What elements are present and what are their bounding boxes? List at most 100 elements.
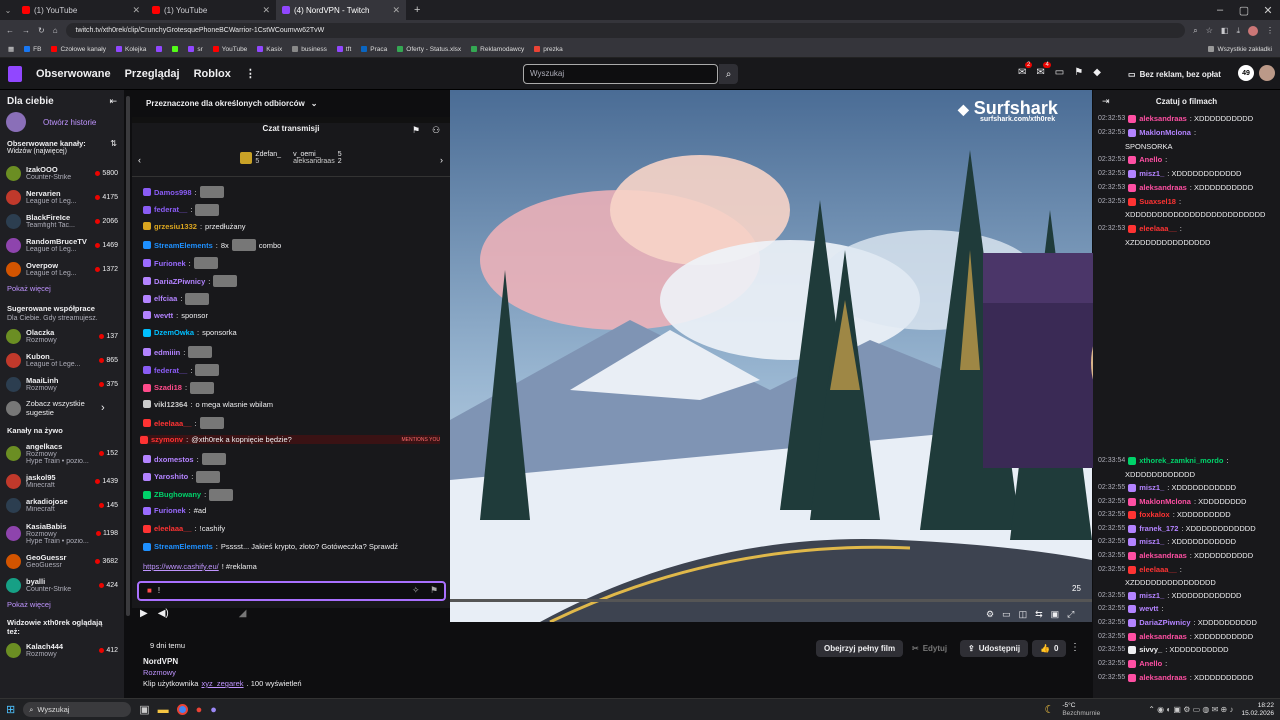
chat-username[interactable]: Yaroshito — [154, 472, 188, 481]
minimize-icon[interactable]: – — [1208, 4, 1232, 16]
chat-username[interactable]: wevtt — [154, 311, 173, 320]
apps-icon[interactable]: ▦ — [8, 45, 14, 53]
bookmark[interactable]: Kolejka — [116, 46, 146, 53]
sidebar-channel[interactable]: angelkacs Rozmowy Hype Train • pozio... 152 — [0, 437, 124, 469]
chat-username[interactable]: DariaZPiwnicy — [154, 277, 205, 286]
clock[interactable]: 18:22 15.02.2026 — [1241, 702, 1274, 718]
avatar[interactable] — [1259, 65, 1275, 81]
sidebar-channel[interactable]: Nervarien League of Leg... 4175 — [0, 185, 124, 209]
edit-button[interactable]: ✂ Edytuj — [904, 640, 955, 657]
sidebar-channel[interactable]: GeoGuessr GeoGuessr 3682 — [0, 549, 124, 573]
chat-username[interactable]: franek_172 — [1139, 524, 1178, 533]
show-more-link[interactable]: Pokaż więcej — [0, 281, 124, 296]
chat-link[interactable]: https://www.cashify.eu/! #reklama — [143, 562, 257, 571]
chat-username[interactable]: StreamElements — [154, 241, 213, 250]
emote-picker-icon[interactable]: ✧ — [412, 585, 420, 596]
tray-icons[interactable]: ⌃ ◉ ◐ ▣ ⚙ ▭ ◍ ✉ ⊕ ♪ — [1148, 705, 1233, 714]
chat-username[interactable]: federat__ — [154, 366, 187, 375]
sidebar-toggle-icon[interactable]: ◫ — [1019, 609, 1028, 620]
taskbar-search[interactable]: ⌕ Wyszukaj — [23, 702, 132, 717]
chat-username[interactable]: misz1_ — [1139, 537, 1164, 546]
chat-username[interactable]: grzesiu1332 — [154, 222, 197, 231]
window-close-icon[interactable]: ✕ — [1256, 4, 1280, 17]
prime-icon[interactable]: ⚑ — [412, 125, 420, 136]
chat-username[interactable]: DzemOwka — [154, 328, 194, 337]
sidebar-channel[interactable]: IzakOOO Counter-Strike 5800 — [0, 161, 124, 185]
bookmark[interactable]: Oferty - Status.xlsx — [397, 46, 461, 53]
bookmark[interactable]: Praca — [361, 46, 387, 53]
sidebar-channel[interactable]: Kubon_ League of Lege... 865 — [0, 348, 124, 372]
whispers-icon[interactable]: ▭ — [1055, 67, 1064, 78]
sidebar-channel[interactable]: arkadiojose Minecraft 145 — [0, 493, 124, 517]
close-icon[interactable]: ✕ — [262, 5, 270, 16]
reload-icon[interactable]: ↻ — [38, 26, 45, 35]
bookmark[interactable]: business — [292, 46, 327, 53]
tab-menu-icon[interactable]: ⌄ — [0, 6, 16, 15]
chat-username[interactable]: dxomestos — [154, 455, 194, 464]
notifications-icon[interactable]: ✉ 4 — [1036, 62, 1051, 78]
chat-username[interactable]: MaklonMclona — [1139, 128, 1191, 137]
all-bookmarks[interactable]: Wszystkie zakładki — [1208, 46, 1272, 53]
home-icon[interactable]: ⌂ — [53, 26, 58, 35]
adfree-button[interactable]: ▭ Bez reklam, bez opłat — [1128, 66, 1221, 82]
chat-username[interactable]: aleksandraas — [1139, 673, 1187, 682]
weather[interactable]: -5°C Bezchmurnie — [1062, 702, 1100, 718]
collapse-icon[interactable]: ⇤ — [109, 96, 117, 107]
maximize-icon[interactable]: ▢ — [1232, 4, 1256, 17]
clip-icon[interactable]: ◢ — [239, 608, 247, 619]
more-icon[interactable]: ⋮ — [1070, 642, 1080, 653]
nav-following[interactable]: Obserwowane — [36, 68, 111, 80]
extensions-icon[interactable]: ◧ — [1221, 26, 1229, 35]
chat-username[interactable]: aleksandraas — [1139, 183, 1187, 192]
chat-username[interactable]: misz1_ — [1139, 483, 1164, 492]
profile-icon[interactable] — [1248, 25, 1258, 36]
see-all-suggestions[interactable]: Zobacz wszystkie sugestie › — [0, 396, 124, 420]
chat-username[interactable]: ZBughowany — [154, 490, 201, 499]
chat-username[interactable]: wevtt — [1139, 604, 1158, 613]
close-icon[interactable]: ✕ — [392, 5, 400, 16]
bookmark[interactable] — [156, 46, 163, 52]
bookmark[interactable]: tft — [336, 46, 351, 53]
chat-username[interactable]: DariaZPiwnicy — [1139, 618, 1190, 627]
chat-username[interactable]: Furionek — [154, 259, 186, 268]
chat-username[interactable]: aleksandraas — [1139, 551, 1187, 560]
settings-icon[interactable]: ⚙ — [986, 609, 994, 620]
chat-username[interactable]: xthorek_zamkni_mordo — [1139, 456, 1223, 465]
sidebar-channel[interactable]: Olaczka Rozmowy 137 — [0, 324, 124, 348]
sort-icon[interactable]: ⇅ — [110, 139, 117, 148]
windows-start-icon[interactable]: ⊞ — [6, 703, 15, 716]
app-icon[interactable]: ● — [210, 704, 217, 716]
sidebar-channel[interactable]: RandomBruceTV League of Leg... 1469 — [0, 233, 124, 257]
sidebar-channel[interactable]: MaaiLinh Rozmowy 375 — [0, 372, 124, 396]
nav-roblox[interactable]: Roblox — [194, 68, 231, 80]
users-icon[interactable]: ⚇ — [432, 125, 440, 136]
sidebar-scrollbar[interactable] — [126, 96, 130, 616]
browser-tab-active[interactable]: (4) NordVPN - Twitch ✕ — [276, 0, 406, 20]
watch-full-button[interactable]: Obejrzyj pełny film — [816, 640, 904, 657]
fullscreen-icon[interactable]: ⤢ — [1067, 609, 1074, 620]
search-input[interactable]: Wyszukaj — [523, 64, 718, 84]
close-icon[interactable]: ✕ — [132, 5, 140, 16]
volume-icon[interactable]: ◀) — [158, 608, 169, 619]
search-button[interactable]: ⌕ — [719, 64, 738, 84]
clip-user-link[interactable]: xyz_zegarek — [201, 679, 243, 688]
chat-username[interactable]: eleelaaa__ — [1139, 224, 1177, 233]
share-button[interactable]: ⇪ Udostępnij — [960, 640, 1029, 657]
chat-overlay-header[interactable]: Przeznaczone dla określonych odbiorców ⌄ — [132, 90, 450, 117]
bookmark[interactable]: prezka — [534, 46, 563, 53]
url-field[interactable]: twitch.tv/xth0rek/clip/CrunchyGrotesqueP… — [65, 23, 1186, 38]
video-progress[interactable] — [450, 599, 1092, 602]
chat-input[interactable]: ■! — [137, 581, 446, 601]
chat-username[interactable]: misz1_ — [1139, 169, 1164, 178]
sidebar-channel[interactable]: Kalach444 Rozmowy 412 — [0, 638, 124, 662]
pip-icon[interactable]: ▣ — [1051, 609, 1060, 620]
chat-username[interactable]: eleelaaa__ — [154, 419, 192, 428]
open-history[interactable]: Otwórz historie — [0, 109, 124, 135]
star-icon[interactable]: ☆ — [1206, 26, 1213, 35]
new-tab-icon[interactable]: + — [414, 4, 420, 16]
chat-username[interactable]: aleksandraas — [1139, 632, 1187, 641]
clip-category[interactable]: Rozmowy — [143, 668, 176, 677]
bits-icon[interactable]: 49 — [1238, 65, 1254, 81]
chat-username[interactable]: eleelaaa__ — [154, 524, 192, 533]
more-icon[interactable]: ⋮ — [245, 67, 256, 80]
